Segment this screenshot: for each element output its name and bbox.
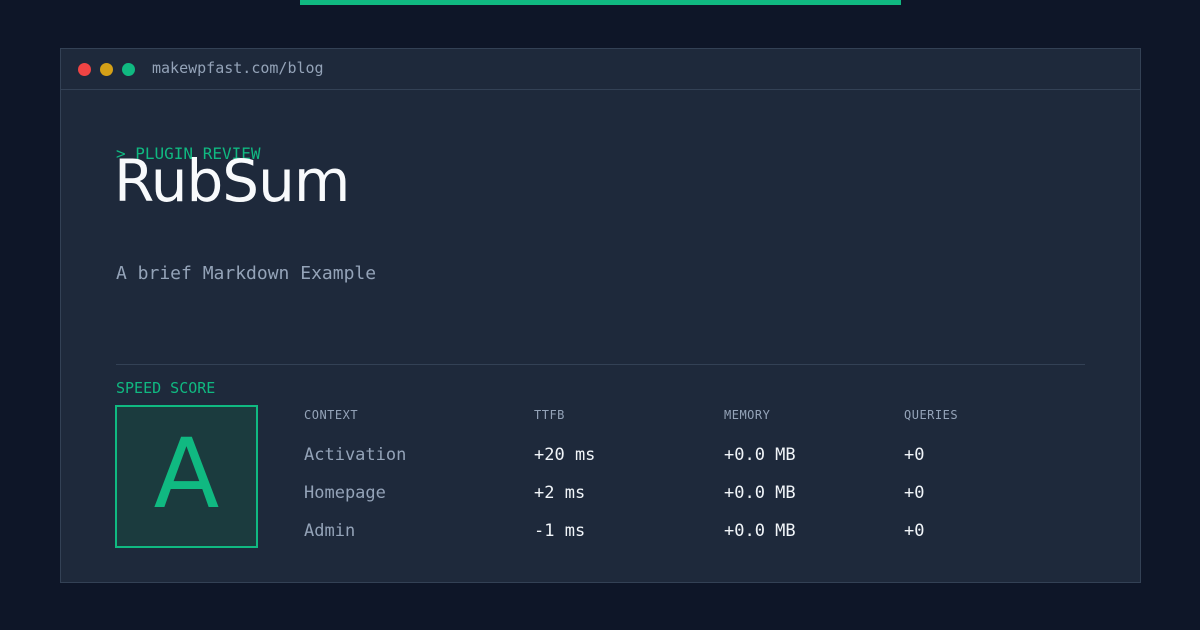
section-divider [116, 364, 1085, 365]
table-cell-queries: +0 [904, 445, 925, 465]
table-header-ttfb: TTFB [534, 408, 565, 422]
minimize-window-dot[interactable] [100, 63, 113, 76]
window-titlebar: makewpfast.com/blog [61, 49, 1140, 90]
table-header-queries: QUERIES [904, 408, 959, 422]
page-title: RubSum [114, 147, 350, 215]
table-header-memory: MEMORY [724, 408, 771, 422]
url-text[interactable]: makewpfast.com/blog [152, 59, 324, 77]
speed-grade-badge: A [115, 405, 258, 548]
table-cell-memory: +0.0 MB [724, 521, 796, 541]
table-cell-context: Homepage [304, 483, 386, 503]
table-cell-context: Admin [304, 521, 356, 541]
table-cell-ttfb: +20 ms [534, 445, 596, 465]
close-window-dot[interactable] [78, 63, 91, 76]
table-cell-queries: +0 [904, 521, 925, 541]
table-cell-queries: +0 [904, 483, 925, 503]
speed-grade: A [153, 418, 220, 530]
table-cell-context: Activation [304, 445, 407, 465]
top-accent-bar [300, 0, 901, 5]
table-cell-memory: +0.0 MB [724, 445, 796, 465]
speed-score-label: SPEED SCORE [116, 379, 216, 397]
table-cell-ttfb: +2 ms [534, 483, 586, 503]
browser-window: makewpfast.com/blog > PLUGIN REVIEW RubS… [60, 48, 1141, 583]
table-cell-ttfb: -1 ms [534, 521, 586, 541]
table-cell-memory: +0.0 MB [724, 483, 796, 503]
table-header-context: CONTEXT [304, 408, 359, 422]
maximize-window-dot[interactable] [122, 63, 135, 76]
page-subtitle: A brief Markdown Example [116, 263, 377, 284]
